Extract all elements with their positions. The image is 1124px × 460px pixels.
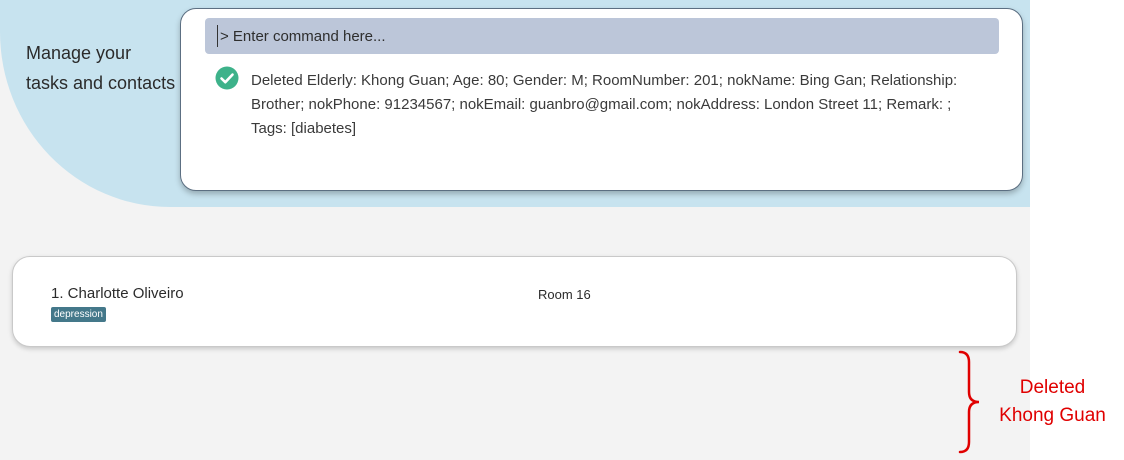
command-input[interactable] [220, 27, 980, 45]
hero-banner: Manage your tasks and contacts Deleted E… [0, 0, 1030, 207]
result-message: Deleted Elderly: Khong Guan; Age: 80; Ge… [251, 72, 958, 137]
curly-brace-annotation-icon [958, 350, 980, 454]
person-name: 1. Charlotte Oliveiro [51, 285, 184, 302]
tag-badge: depression [51, 307, 106, 322]
annotation-label: Deleted Khong Guan [999, 377, 1106, 426]
command-input-box[interactable] [205, 18, 999, 54]
room-number: Room 16 [538, 287, 591, 302]
command-card: Deleted Elderly: Khong Guan; Age: 80; Ge… [180, 8, 1023, 191]
elderly-list-card[interactable]: 1. Charlotte Oliveiro depression Room 16 [12, 256, 1017, 347]
text-cursor [217, 25, 218, 47]
app-window: Manage your tasks and contacts Deleted E… [0, 0, 1030, 460]
hero-tagline: Manage your tasks and contacts [26, 43, 176, 93]
check-circle-icon [215, 66, 239, 90]
